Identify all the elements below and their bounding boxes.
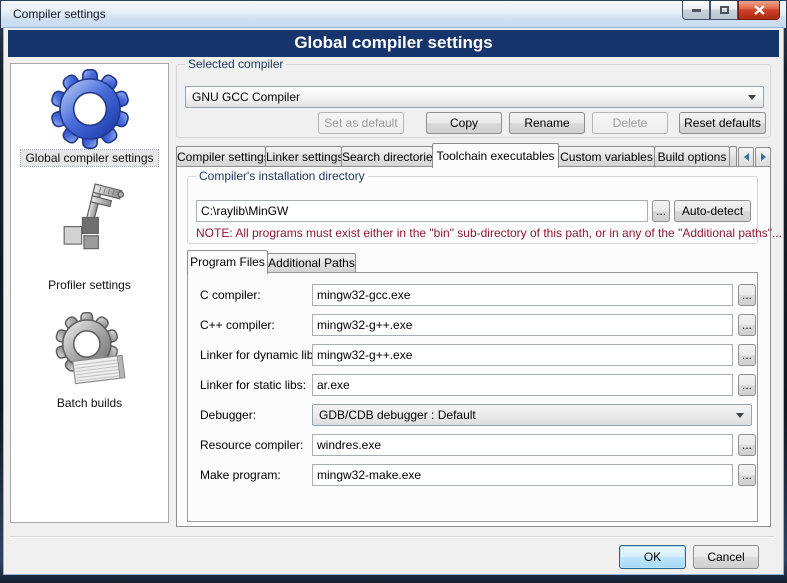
caliper-icon — [52, 180, 128, 258]
cancel-button[interactable]: Cancel — [693, 545, 759, 569]
cpp-compiler-input[interactable] — [312, 314, 733, 336]
sidebar-item-profiler[interactable] — [11, 180, 168, 258]
dialog-body: Global compiler settings — [4, 28, 783, 574]
installation-directory-legend: Compiler's installation directory — [196, 169, 368, 183]
arrow-left-icon — [744, 153, 749, 161]
chevron-down-icon — [736, 413, 744, 418]
linker-dynamic-browse-button[interactable]: ... — [738, 344, 756, 366]
set-as-default-button: Set as default — [318, 112, 404, 134]
toolchain-executables-page: Compiler's installation directory ... Au… — [176, 166, 771, 527]
installation-directory-input[interactable] — [196, 200, 648, 222]
compiler-select[interactable]: GNU GCC Compiler — [185, 86, 764, 108]
reset-defaults-button[interactable]: Reset defaults — [679, 112, 766, 134]
program-files-page: C compiler: ... C++ compiler: ... Linker… — [187, 272, 758, 522]
subtab-additional-paths[interactable]: Additional Paths — [267, 253, 356, 273]
tab-linker-settings[interactable]: Linker settings — [265, 146, 342, 167]
subtab-program-files[interactable]: Program Files — [187, 250, 268, 274]
maximize-icon — [720, 6, 729, 14]
window-title: Compiler settings — [13, 7, 106, 21]
footer-divider — [9, 536, 775, 538]
tab-build-options[interactable]: Build options — [654, 146, 730, 167]
minimize-icon — [692, 9, 701, 12]
settings-category-sidebar: Global compiler settings — [10, 63, 169, 523]
linker-static-input[interactable] — [312, 374, 733, 396]
make-program-input[interactable] — [312, 464, 733, 486]
caption-buttons — [682, 1, 780, 20]
arrow-right-icon — [761, 153, 766, 161]
linker-dynamic-input[interactable] — [312, 344, 733, 366]
resource-compiler-label: Resource compiler: — [200, 438, 303, 452]
sidebar-item-global-compiler[interactable] — [11, 69, 168, 149]
resource-compiler-browse-button[interactable]: ... — [738, 434, 756, 456]
sidebar-item-batch-builds[interactable] — [11, 312, 168, 392]
main-tabstrip: Compiler settings Linker settings Search… — [176, 142, 771, 167]
tab-toolchain-executables[interactable]: Toolchain executables — [432, 143, 559, 168]
linker-dynamic-label: Linker for dynamic libs: — [200, 348, 323, 362]
tab-clipped[interactable] — [729, 146, 737, 167]
cpp-compiler-browse-button[interactable]: ... — [738, 314, 756, 336]
cpp-compiler-label: C++ compiler: — [200, 318, 275, 332]
rename-button[interactable]: Rename — [509, 112, 585, 134]
sidebar-label-profiler[interactable]: Profiler settings — [11, 278, 168, 292]
c-compiler-browse-button[interactable]: ... — [738, 284, 756, 306]
linker-static-browse-button[interactable]: ... — [738, 374, 756, 396]
ok-button[interactable]: OK — [619, 545, 686, 569]
delete-button: Delete — [592, 112, 668, 134]
copy-button[interactable]: Copy — [426, 112, 502, 134]
browse-directory-button[interactable]: ... — [652, 200, 670, 222]
maximize-button[interactable] — [710, 1, 738, 20]
selected-compiler-group: Selected compiler GNU GCC Compiler Set a… — [176, 64, 771, 138]
debugger-select[interactable]: GDB/CDB debugger : Default — [312, 404, 752, 426]
gray-gear-stack-icon — [48, 312, 132, 392]
installation-directory-group: Compiler's installation directory ... Au… — [187, 176, 758, 244]
tab-search-directories[interactable]: Search directories — [341, 146, 433, 167]
c-compiler-label: C compiler: — [200, 288, 261, 302]
close-button[interactable] — [738, 1, 780, 20]
make-program-browse-button[interactable]: ... — [738, 464, 756, 486]
auto-detect-button[interactable]: Auto-detect — [674, 200, 751, 222]
blue-gear-icon — [50, 69, 130, 149]
compiler-settings-window: Compiler settings Global compiler settin… — [0, 0, 787, 583]
close-icon — [754, 5, 765, 15]
titlebar: Compiler settings — [1, 1, 786, 28]
tab-compiler-settings[interactable]: Compiler settings — [176, 146, 266, 167]
selected-compiler-legend: Selected compiler — [185, 57, 286, 71]
make-program-label: Make program: — [200, 468, 281, 482]
tab-scroll-left-button[interactable] — [738, 147, 754, 167]
bin-subdirectory-note: NOTE: All programs must exist either in … — [196, 226, 782, 240]
c-compiler-input[interactable] — [312, 284, 733, 306]
tab-scroll-right-button[interactable] — [755, 147, 771, 167]
tab-custom-variables[interactable]: Custom variables — [558, 146, 655, 167]
linker-static-label: Linker for static libs: — [200, 378, 306, 392]
page-title: Global compiler settings — [8, 30, 779, 57]
sidebar-label-batch-builds[interactable]: Batch builds — [11, 396, 168, 410]
minimize-button[interactable] — [682, 1, 710, 20]
programs-subtabstrip: Program Files Additional Paths — [187, 249, 587, 273]
resource-compiler-input[interactable] — [312, 434, 733, 456]
sidebar-label-global-compiler[interactable]: Global compiler settings — [11, 151, 168, 165]
debugger-label: Debugger: — [200, 408, 256, 422]
chevron-down-icon — [748, 95, 756, 100]
